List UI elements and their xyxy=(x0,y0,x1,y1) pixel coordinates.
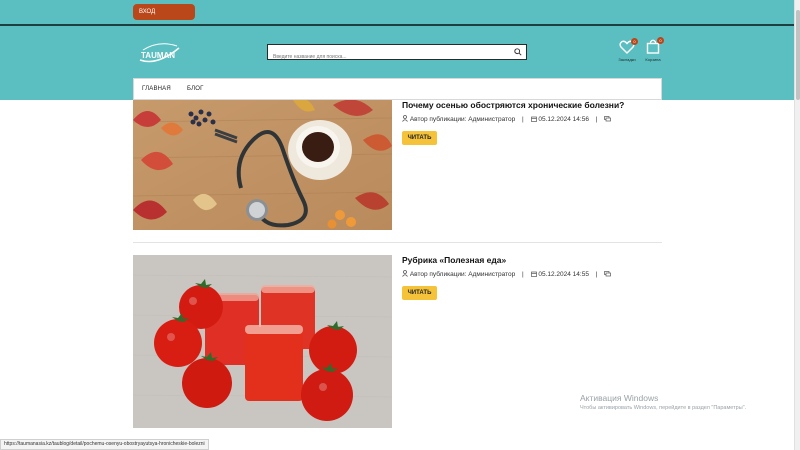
user-icon xyxy=(402,270,408,279)
nav-item-home[interactable]: ГЛАВНАЯ xyxy=(142,79,171,99)
cart-label: Корзина xyxy=(645,57,661,62)
post-meta: Автор публикации: Администратор | 05.12.… xyxy=(402,270,612,279)
post-date: 05.12.2024 14:55 xyxy=(538,271,589,278)
post-title[interactable]: Рубрика «Полезная еда» xyxy=(402,255,506,265)
post-date: 05.12.2024 14:56 xyxy=(538,116,589,123)
main-nav: ГЛАВНАЯ БЛОГ xyxy=(133,78,662,100)
search-input[interactable] xyxy=(268,50,508,64)
wishlist-label: Закладки xyxy=(618,57,636,62)
meta-separator: | xyxy=(595,116,598,123)
top-bar: ВХОД xyxy=(0,0,794,24)
wishlist-button[interactable]: 0 Закладки xyxy=(615,38,639,62)
meta-separator: | xyxy=(595,271,598,278)
cart-button[interactable]: 0 Корзина xyxy=(641,37,665,62)
tauman-logo[interactable]: TAUMAN xyxy=(137,40,183,66)
status-bar-url: https://taumanasia.kz/taublog/detail/poc… xyxy=(0,439,209,450)
comments-icon xyxy=(604,115,612,124)
login-button[interactable]: ВХОД xyxy=(133,4,195,20)
watermark-title: Активация Windows xyxy=(580,393,659,403)
comments-icon xyxy=(604,270,612,279)
read-button[interactable]: ЧИТАТЬ xyxy=(402,131,437,145)
post-meta: Автор публикации: Администратор | 05.12.… xyxy=(402,115,612,124)
calendar-icon xyxy=(530,271,537,279)
meta-separator: | xyxy=(522,271,524,278)
page-scrollbar[interactable] xyxy=(794,0,800,450)
post-divider xyxy=(133,242,662,243)
search-box xyxy=(267,44,527,64)
meta-separator: | xyxy=(522,116,524,123)
watermark-subtitle: Чтобы активировать Windows, перейдите в … xyxy=(580,405,747,411)
wishlist-count-badge: 0 xyxy=(631,38,638,45)
user-icon xyxy=(402,115,408,124)
search-icon[interactable] xyxy=(514,48,522,56)
nav-item-blog[interactable]: БЛОГ xyxy=(187,79,204,99)
calendar-icon xyxy=(530,116,537,124)
cart-count-badge: 0 xyxy=(657,37,664,44)
scrollbar-thumb[interactable] xyxy=(796,10,800,100)
post-title[interactable]: Почему осенью обостряются хронические бо… xyxy=(402,100,624,110)
windows-activation-watermark: Активация Windows Чтобы активировать Win… xyxy=(580,393,746,411)
logo-text: TAUMAN xyxy=(141,51,175,60)
post-image-tomato-juice[interactable] xyxy=(133,255,392,428)
read-button[interactable]: ЧИТАТЬ xyxy=(402,286,437,300)
post-author: Автор публикации: Администратор xyxy=(409,271,516,278)
post-author: Автор публикации: Администратор xyxy=(409,116,516,123)
post-image-autumn-stethoscope[interactable] xyxy=(133,100,392,230)
